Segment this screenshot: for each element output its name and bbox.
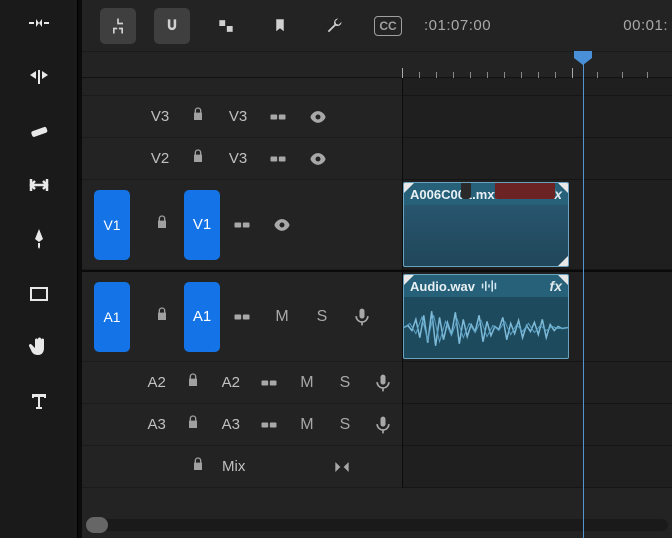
audio-track-a1: A1 A1 M S Audio.wav xyxy=(82,270,672,362)
clip-name: A006C001.mxf xyxy=(410,187,499,202)
ruler-ticks xyxy=(402,52,672,77)
razor-tool-icon[interactable] xyxy=(24,116,54,146)
source-patch-v1[interactable]: V1 xyxy=(94,190,130,260)
track-select-tool-icon[interactable] xyxy=(24,170,54,200)
lock-icon[interactable] xyxy=(142,214,182,235)
timeline-panel: CC :01:07:00 00:01: xyxy=(82,0,672,538)
mute-toggle[interactable]: M xyxy=(262,308,302,326)
eye-icon[interactable] xyxy=(298,149,338,169)
clip-in-handle[interactable] xyxy=(404,275,414,285)
time-ruler[interactable] xyxy=(82,52,672,78)
sync-lock-icon[interactable] xyxy=(222,215,262,235)
voiceover-mic-icon[interactable] xyxy=(364,415,402,435)
timecode-right: 00:01: xyxy=(623,17,672,34)
lock-icon[interactable] xyxy=(178,148,218,169)
insert-tool-icon[interactable] xyxy=(24,62,54,92)
track-target[interactable]: A2 xyxy=(213,374,249,391)
track-target[interactable]: A3 xyxy=(213,416,249,433)
solo-toggle[interactable]: S xyxy=(302,308,342,326)
sync-lock-icon[interactable] xyxy=(250,415,288,435)
lock-icon[interactable] xyxy=(178,456,218,477)
clip-out-handle[interactable] xyxy=(558,275,568,285)
timeline-footer xyxy=(82,512,672,538)
clip-out-handle[interactable] xyxy=(558,256,568,266)
tool-panel xyxy=(0,0,78,538)
audio-track-a2: A2 A2 M S xyxy=(82,362,672,404)
mix-track: Mix xyxy=(82,446,672,488)
horizontal-scrollbar[interactable] xyxy=(86,519,668,531)
video-track-v1: V1 V1 A006C001.mxf fx xyxy=(82,180,672,270)
video-track-v3: V3 V3 xyxy=(82,96,672,138)
pen-tool-icon[interactable] xyxy=(24,224,54,254)
snap-toggle-icon[interactable] xyxy=(154,8,190,44)
waveform-icon xyxy=(481,279,497,293)
track-label[interactable]: V2 xyxy=(142,138,178,179)
app-root: CC :01:07:00 00:01: xyxy=(0,0,672,538)
ripple-edit-tool-icon[interactable] xyxy=(24,8,54,38)
hand-tool-icon[interactable] xyxy=(24,332,54,362)
track-area: V3 V3 V2 V3 xyxy=(82,78,672,512)
lock-icon[interactable] xyxy=(174,372,212,393)
video-track-v2: V2 V3 xyxy=(82,138,672,180)
source-patch-a1[interactable]: A1 xyxy=(94,282,130,352)
track-label[interactable]: V3 xyxy=(142,96,178,137)
audio-clip[interactable]: Audio.wav fx xyxy=(403,274,569,359)
sync-lock-icon[interactable] xyxy=(222,307,262,327)
sync-lock-icon[interactable] xyxy=(258,107,298,127)
solo-toggle[interactable]: S xyxy=(326,374,364,392)
track-target[interactable]: V1 xyxy=(184,190,220,260)
timecode-display[interactable]: :01:07:00 xyxy=(424,17,491,34)
voiceover-mic-icon[interactable] xyxy=(364,373,402,393)
solo-toggle[interactable]: S xyxy=(326,416,364,434)
type-tool-icon[interactable] xyxy=(24,386,54,416)
lock-icon[interactable] xyxy=(178,106,218,127)
track-label[interactable]: A3 xyxy=(140,404,174,445)
track-target[interactable]: V3 xyxy=(220,108,256,125)
eye-icon[interactable] xyxy=(298,107,338,127)
clip-name: Audio.wav xyxy=(410,279,475,294)
audio-track-a3: A3 A3 M S xyxy=(82,404,672,446)
track-target[interactable]: A1 xyxy=(184,282,220,352)
mute-toggle[interactable]: M xyxy=(288,374,326,392)
track-label[interactable]: A2 xyxy=(140,362,174,403)
sync-lock-icon[interactable] xyxy=(258,149,298,169)
track-target[interactable]: V3 xyxy=(220,150,256,167)
master-meter-icon[interactable] xyxy=(322,457,362,477)
clip-out-handle[interactable] xyxy=(558,183,568,193)
track-spacer xyxy=(82,78,672,96)
voiceover-mic-icon[interactable] xyxy=(342,307,382,327)
sync-lock-icon[interactable] xyxy=(250,373,288,393)
marker-icon[interactable] xyxy=(262,8,298,44)
scrollbar-thumb[interactable] xyxy=(86,517,108,533)
eye-icon[interactable] xyxy=(262,215,302,235)
clip-in-handle[interactable] xyxy=(404,183,414,193)
mix-label[interactable]: Mix xyxy=(220,458,256,475)
video-clip[interactable]: A006C001.mxf fx xyxy=(403,182,569,267)
rectangle-tool-icon[interactable] xyxy=(24,278,54,308)
lock-icon[interactable] xyxy=(142,306,182,327)
sequence-nest-toggle-icon[interactable] xyxy=(100,8,136,44)
lock-icon[interactable] xyxy=(174,414,212,435)
mute-toggle[interactable]: M xyxy=(288,416,326,434)
settings-wrench-icon[interactable] xyxy=(316,8,352,44)
audio-waveform xyxy=(404,297,568,358)
linked-selection-toggle-icon[interactable] xyxy=(208,8,244,44)
captions-toggle[interactable]: CC xyxy=(370,8,406,44)
cc-icon: CC xyxy=(374,16,401,36)
timeline-toolbar: CC :01:07:00 00:01: xyxy=(82,0,672,52)
